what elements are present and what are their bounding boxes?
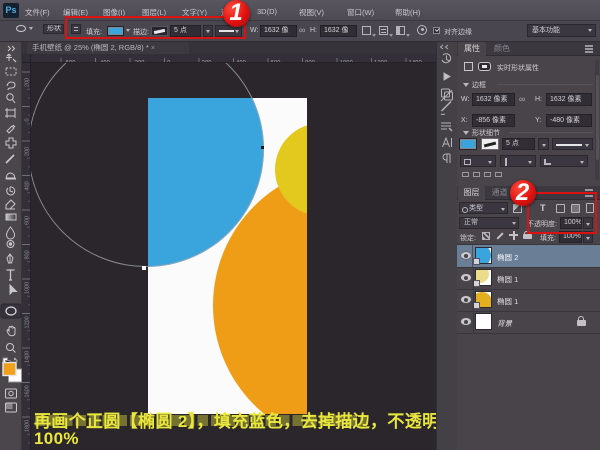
svg-text:200: 200 xyxy=(25,78,31,87)
svg-text:0: 0 xyxy=(25,118,31,121)
svg-text:1600: 1600 xyxy=(25,385,31,397)
svg-text:400: 400 xyxy=(25,181,31,190)
svg-text:800: 800 xyxy=(25,250,31,259)
svg-text:1200: 1200 xyxy=(25,316,31,328)
svg-text:1800: 1800 xyxy=(25,420,31,432)
svg-text:1400: 1400 xyxy=(25,351,31,363)
svg-text:200: 200 xyxy=(25,147,31,156)
svg-text:1000: 1000 xyxy=(25,282,31,294)
svg-text:600: 600 xyxy=(25,216,31,225)
